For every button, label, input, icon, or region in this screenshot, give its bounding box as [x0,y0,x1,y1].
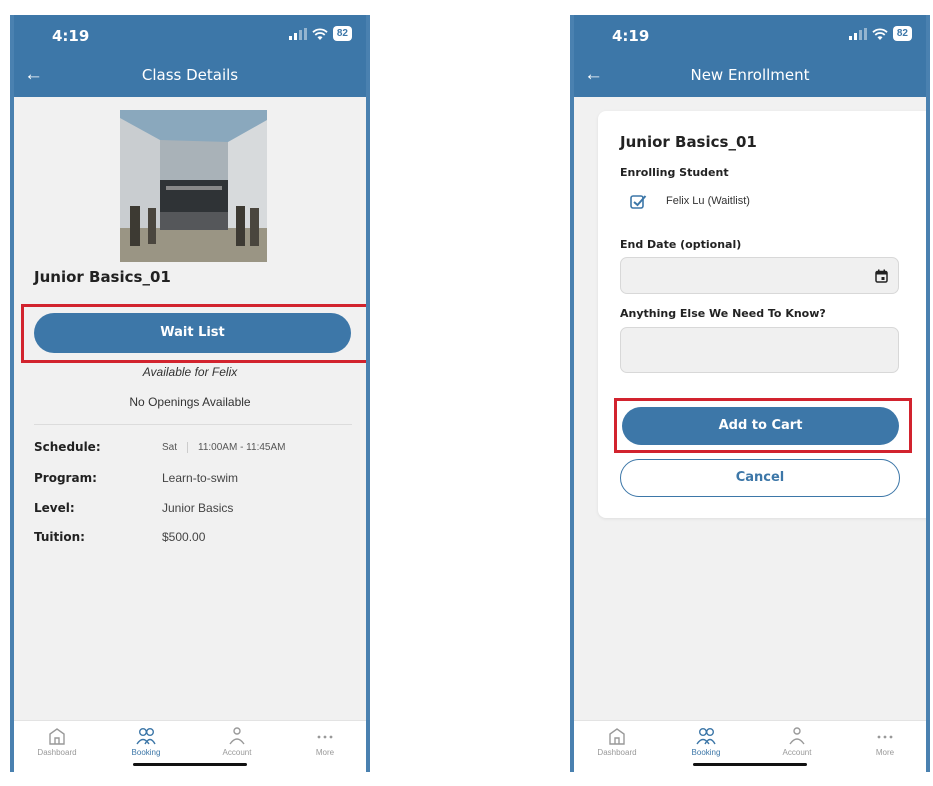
enrolling-student-label: Enrolling Student [620,166,729,179]
phone-class-details: 4:19 82 ← Class Details Junior Basics_01… [10,15,370,772]
add-to-cart-button[interactable]: Add to Cart [622,407,899,445]
wifi-icon [312,27,328,40]
phone-new-enrollment: 4:19 82 ← New Enrollment Junior Basics_0… [570,15,930,772]
wait-list-button[interactable]: Wait List [34,313,351,353]
screen: 4:19 82 ← New Enrollment Junior Basics_0… [574,15,926,772]
end-date-label: End Date (optional) [620,238,742,251]
cancel-button[interactable]: Cancel [620,459,900,497]
notes-label: Anything Else We Need To Know? [620,307,826,320]
tab-account[interactable]: Account [762,726,832,757]
home-indicator [693,763,807,766]
level-label: Level: [34,501,75,515]
nav-bar: ← New Enrollment [574,55,926,97]
page-title: Class Details [141,66,239,84]
tab-label: Booking [691,748,721,757]
tab-more[interactable]: More [850,726,920,757]
tuition-label: Tuition: [34,530,85,544]
more-icon [317,735,333,739]
schedule-value: Sat 11:00AM - 11:45AM [162,442,285,453]
home-indicator [133,763,247,766]
building-image [120,110,267,262]
calendar-icon[interactable] [875,269,888,283]
class-title: Junior Basics_01 [620,133,757,151]
tab-bar: Dashboard Booking Account More [14,720,366,772]
person-icon [789,727,805,745]
status-time: 4:19 [612,27,650,45]
tab-label: More [875,748,895,757]
page-title: New Enrollment [690,66,810,84]
level-value: Junior Basics [162,501,234,515]
wifi-icon [872,27,888,40]
nav-bar: ← Class Details [14,55,366,97]
tab-label: Account [782,748,812,757]
notes-field[interactable] [620,327,899,373]
people-icon [696,728,716,745]
cellular-signal-icon [848,27,867,40]
openings-status: No Openings Available [129,395,251,409]
tab-label: Booking [131,748,161,757]
tab-booking[interactable]: Booking [671,726,741,757]
tab-bar: Dashboard Booking Account More [574,720,926,772]
tab-label: Account [222,748,252,757]
battery-icon: 82 [892,26,912,41]
status-signals: 82 [848,26,912,41]
battery-icon: 82 [332,26,352,41]
status-bar: 4:19 82 [14,15,366,55]
class-title: Junior Basics_01 [34,268,171,286]
checkbox-checked-icon[interactable] [630,194,647,209]
status-bar: 4:19 82 [574,15,926,55]
people-icon [136,728,156,745]
tab-dashboard[interactable]: Dashboard [582,726,652,757]
facility-photo [120,110,267,262]
tab-more[interactable]: More [290,726,360,757]
end-date-field[interactable] [620,257,899,294]
tab-label: Dashboard [597,748,637,757]
status-signals: 82 [288,26,352,41]
detail-row-level: Level: Junior Basics [34,501,356,519]
tab-label: More [315,748,335,757]
schedule-label: Schedule: [34,440,101,454]
program-value: Learn-to-swim [162,471,239,485]
detail-row-tuition: Tuition: $500.00 [34,530,356,548]
tab-dashboard[interactable]: Dashboard [22,726,92,757]
tuition-value: $500.00 [162,530,206,544]
tab-account[interactable]: Account [202,726,272,757]
schedule-time: 11:00AM - 11:45AM [198,442,286,454]
tab-label: Dashboard [37,748,77,757]
status-time: 4:19 [52,27,90,45]
detail-row-schedule: Schedule: Sat 11:00AM - 11:45AM [34,440,356,458]
divider [34,424,352,425]
availability-text: Available for Felix [142,365,238,379]
tab-booking[interactable]: Booking [111,726,181,757]
home-icon [49,728,65,745]
cellular-signal-icon [288,27,307,40]
detail-row-program: Program: Learn-to-swim [34,471,356,489]
stage: 4:19 82 ← Class Details Junior Basics_01… [0,0,933,786]
person-icon [229,727,245,745]
screen: 4:19 82 ← Class Details Junior Basics_01… [14,15,366,772]
home-icon [609,728,625,745]
program-label: Program: [34,471,97,485]
student-option[interactable]: Felix Lu (Waitlist) [666,195,750,207]
schedule-day: Sat [162,442,178,454]
more-icon [877,735,893,739]
